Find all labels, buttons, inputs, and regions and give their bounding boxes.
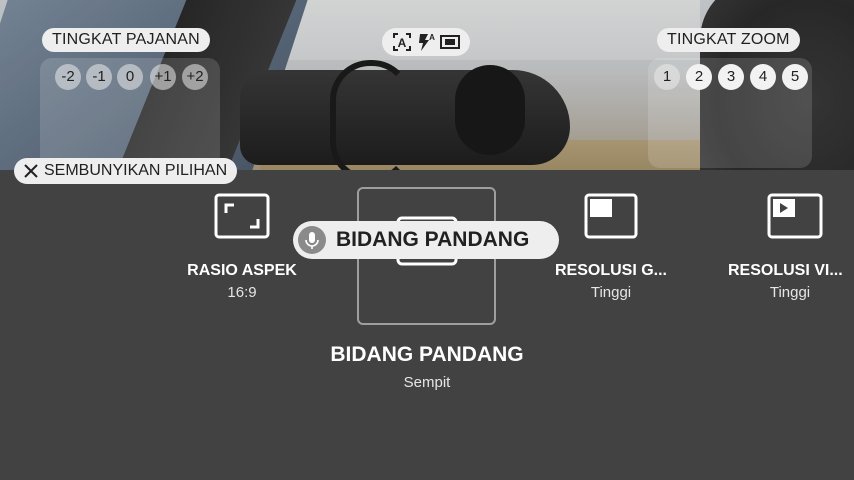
camera-mode-icons: A A xyxy=(382,28,470,56)
voice-command-hint: BIDANG PANDANG xyxy=(293,221,559,259)
microphone-badge xyxy=(298,226,326,254)
auto-mode-icon[interactable]: A xyxy=(392,32,412,52)
zoom-chip[interactable]: 3 xyxy=(718,64,744,90)
exposure-chip[interactable]: +1 xyxy=(150,64,176,90)
hide-options-button[interactable]: SEMBUNYIKAN PILIHAN xyxy=(14,158,238,184)
zoom-label: TINGKAT ZOOM xyxy=(657,28,800,52)
svg-text:A: A xyxy=(398,36,407,50)
svg-text:A: A xyxy=(429,33,435,42)
hide-options-label: SEMBUNYIKAN PILIHAN xyxy=(44,162,228,179)
flash-auto-icon[interactable]: A xyxy=(416,32,436,52)
exposure-chip[interactable]: +2 xyxy=(182,64,208,90)
exposure-chip[interactable]: -2 xyxy=(55,64,81,90)
aspect-ratio-icon xyxy=(214,193,270,239)
frame-icon[interactable] xyxy=(440,32,460,52)
video-resolution-icon xyxy=(767,193,823,239)
exposure-label: TINGKAT PAJANAN xyxy=(42,28,210,52)
microphone-icon xyxy=(305,232,319,249)
zoom-chip[interactable]: 5 xyxy=(782,64,808,90)
option-title: BIDANG PANDANG xyxy=(330,343,524,366)
zoom-chip[interactable]: 4 xyxy=(750,64,776,90)
voice-hint-label: BIDANG PANDANG xyxy=(336,228,530,251)
option-title: RESOLUSI VI... xyxy=(728,262,843,279)
option-value: Tinggi xyxy=(590,284,632,301)
close-icon xyxy=(24,164,38,178)
option-value: Sempit xyxy=(403,374,451,391)
option-value: 16:9 xyxy=(227,284,257,301)
exposure-chip[interactable]: -1 xyxy=(86,64,112,90)
photo-resolution-icon xyxy=(584,193,638,239)
zoom-chip[interactable]: 2 xyxy=(686,64,712,90)
option-value: Tinggi xyxy=(769,284,811,301)
zoom-chip[interactable]: 1 xyxy=(654,64,680,90)
option-title: RASIO ASPEK xyxy=(187,262,297,279)
exposure-chip[interactable]: 0 xyxy=(117,64,143,90)
option-title: RESOLUSI G... xyxy=(554,262,667,279)
